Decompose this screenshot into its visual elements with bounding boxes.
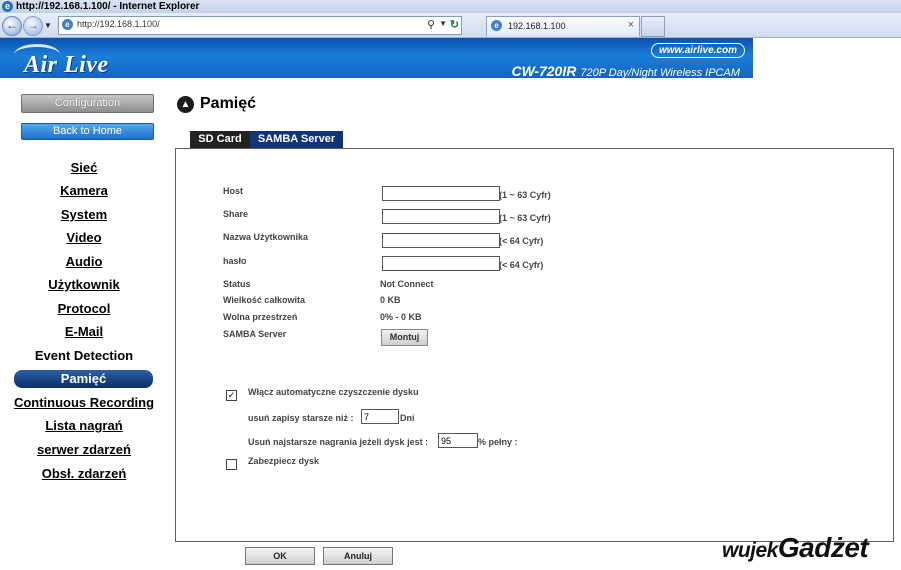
sidebar-item-video[interactable]: Video <box>12 230 156 245</box>
history-dropdown-icon[interactable]: ▼ <box>44 21 52 30</box>
sidebar-item-serwer-zdarzen[interactable]: serwer zdarzeń <box>12 442 156 457</box>
protect-disk-checkbox[interactable] <box>226 459 237 470</box>
watermark-part1: wujek <box>722 539 778 562</box>
username-label: Nazwa Użytkownika <box>223 232 309 242</box>
sidebar-item-uzytkownik[interactable]: Użytkownik <box>12 277 156 292</box>
browser-tab[interactable]: e 192.168.1.100 × <box>486 16 640 36</box>
camera-banner: Air Live www.airlive.com CW-720IR 720P Da… <box>0 38 753 78</box>
address-toolbar: ← → ▼ e http://192.168.1.100/ ⚲ ▼ ↻ e 19… <box>0 13 901 38</box>
samba-settings-panel <box>175 148 894 542</box>
tab-favicon-icon: e <box>491 20 502 31</box>
tab-sd-card[interactable]: SD Card <box>190 131 250 148</box>
sidebar-item-obsl-zdarzen[interactable]: Obsł. zdarzeń <box>12 466 156 481</box>
share-input[interactable] <box>382 209 500 224</box>
sidebar-item-email[interactable]: E-Mail <box>12 324 156 339</box>
delete-older-unit: Dni <box>400 413 415 423</box>
host-label: Host <box>223 186 243 196</box>
delete-older-label: usuń zapisy starsze niż : <box>248 413 354 423</box>
internet-explorer-icon: e <box>2 1 13 12</box>
auto-clean-checkbox[interactable]: ✓ <box>226 390 237 401</box>
username-hint: (< 64 Cyfr) <box>499 236 544 246</box>
model-number: CW-720IR <box>511 63 577 78</box>
sidebar-item-lista-nagran[interactable]: Lista nagrań <box>12 418 156 433</box>
sidebar-item-pamiec[interactable]: Pamięć <box>14 370 153 388</box>
watermark-part2: Gadżet <box>777 532 869 563</box>
free-space-value: 0% - 0 KB <box>380 312 422 322</box>
tab-samba-server[interactable]: SAMBA Server <box>250 131 343 148</box>
address-dropdown-icon[interactable]: ▼ <box>439 19 447 28</box>
sidebar-item-protocol[interactable]: Protocol <box>12 301 156 316</box>
sidebar: Configuration Back to Home Sieć Kamera S… <box>0 78 170 570</box>
storage-icon: ▲ <box>177 96 194 113</box>
cancel-button[interactable]: Anuluj <box>323 547 393 565</box>
total-size-label: Wielkość całkowita <box>223 295 305 305</box>
sidebar-item-system[interactable]: System <box>12 207 156 222</box>
sidebar-item-event-detection[interactable]: Event Detection <box>12 348 156 363</box>
back-to-home-button[interactable]: Back to Home <box>21 123 154 140</box>
model-name: CW-720IR 720P Day/Night Wireless IPCAM <box>512 63 740 78</box>
host-hint: (1 ~ 63 Cyfr) <box>499 190 551 200</box>
window-title: http://192.168.1.100/ - Internet Explore… <box>16 1 200 12</box>
airlive-logo: Air Live <box>24 52 109 78</box>
host-input[interactable] <box>382 186 500 201</box>
forward-arrow-icon[interactable]: → <box>23 16 43 36</box>
wujek-gadzet-watermark: wujekGadżet <box>722 532 869 564</box>
address-bar[interactable]: e http://192.168.1.100/ ⚲ ▼ ↻ <box>58 16 462 35</box>
sidebar-item-continuous-recording[interactable]: Continuous Recording <box>12 395 156 410</box>
password-input[interactable] <box>382 256 500 271</box>
auto-clean-label: Włącz automatyczne czyszczenie dysku <box>248 387 419 397</box>
sidebar-item-kamera[interactable]: Kamera <box>12 183 156 198</box>
share-hint: (1 ~ 63 Cyfr) <box>499 213 551 223</box>
delete-when-full-label: Usuń najstarsze nagrania jeżeli dysk jes… <box>248 437 429 447</box>
configuration-button[interactable]: Configuration <box>21 94 154 113</box>
delete-older-days-input[interactable] <box>361 409 399 424</box>
sidebar-item-audio[interactable]: Audio <box>12 254 156 269</box>
status-value: Not Connect <box>380 279 434 289</box>
ok-button[interactable]: OK <box>245 547 315 565</box>
free-space-label: Wolna przestrzeń <box>223 312 298 322</box>
disk-full-unit: % pełny : <box>478 437 518 447</box>
tab-label[interactable]: 192.168.1.100 <box>508 21 566 31</box>
password-label: hasło <box>223 256 247 266</box>
password-hint: (< 64 Cyfr) <box>499 260 544 270</box>
total-size-value: 0 KB <box>380 295 401 305</box>
search-icon[interactable]: ⚲ <box>427 18 435 31</box>
refresh-icon[interactable]: ↻ <box>450 18 459 31</box>
share-label: Share <box>223 209 249 219</box>
page-favicon-icon: e <box>62 19 73 30</box>
mount-button[interactable]: Montuj <box>381 329 428 346</box>
page-title: Pamięć <box>200 95 257 112</box>
url-text[interactable]: http://192.168.1.100/ <box>77 19 160 29</box>
model-description: 720P Day/Night Wireless IPCAM <box>580 67 740 78</box>
back-arrow-icon[interactable]: ← <box>2 16 22 36</box>
protect-disk-label: Zabezpiecz dysk <box>248 456 320 466</box>
website-badge: www.airlive.com <box>651 43 745 58</box>
new-tab-button[interactable] <box>641 16 665 37</box>
username-input[interactable] <box>382 233 500 248</box>
status-label: Status <box>223 279 251 289</box>
samba-server-label: SAMBA Server <box>223 329 287 339</box>
sidebar-item-siec[interactable]: Sieć <box>12 160 156 175</box>
window-title-bar: e http://192.168.1.100/ - Internet Explo… <box>0 0 901 14</box>
disk-full-percent-input[interactable] <box>438 433 478 448</box>
close-icon[interactable]: × <box>628 19 634 31</box>
